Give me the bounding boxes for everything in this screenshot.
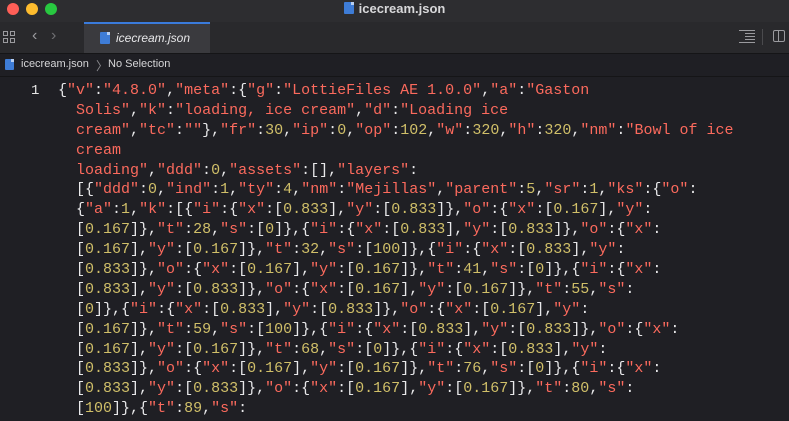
toolbar-divider xyxy=(762,29,763,45)
json-file-icon xyxy=(100,32,110,44)
code-line: cream xyxy=(58,141,122,159)
minimap-icon[interactable] xyxy=(739,29,755,43)
code-line: {"a":1,"k":[{"i":{"x":[0.833],"y":[0.833… xyxy=(58,201,653,219)
code-line: [0.833]},"o":{"x":[0.167],"y":[0.167]},"… xyxy=(58,261,662,279)
line-number: 1 xyxy=(31,83,40,99)
chevron-left-icon[interactable]: ‹ xyxy=(32,27,37,45)
code-line: cream","tc":""},"fr":30,"ip":0,"op":102,… xyxy=(58,121,734,139)
window-title: icecream.json xyxy=(0,1,789,16)
code-line: loading","ddd":0,"assets":[],"layers": xyxy=(58,161,419,179)
code-editor[interactable]: 1 {"v":"4.8.0","meta":{"g":"LottieFiles … xyxy=(0,77,789,421)
code-line: [0.167]},"t":59,"s":[100]},{"i":{"x":[0.… xyxy=(58,320,680,338)
breadcrumb-selection[interactable]: No Selection xyxy=(108,58,170,70)
tab-label: icecream.json xyxy=(116,31,191,45)
tab-icecream-json[interactable]: icecream.json xyxy=(84,22,210,53)
jump-bar: icecream.json 〉 No Selection xyxy=(0,54,789,77)
tab-bar: ‹ › icecream.json xyxy=(0,22,789,54)
code-line: {"v":"4.8.0","meta":{"g":"LottieFiles AE… xyxy=(58,82,590,99)
code-line: [0.167]},"t":28,"s":[0]},{"i":{"x":[0.83… xyxy=(58,221,662,239)
code-content[interactable]: {"v":"4.8.0","meta":{"g":"LottieFiles AE… xyxy=(58,81,788,419)
code-line: [0.167],"y":[0.167]},"t":32,"s":[100]},{… xyxy=(58,241,626,259)
code-line: [100]},{"t":89,"s": xyxy=(58,400,248,418)
split-editor-icon[interactable] xyxy=(773,30,785,42)
code-line: [{"ddd":0,"ind":1,"ty":4,"nm":"Mejillas"… xyxy=(58,181,698,199)
window-title-text: icecream.json xyxy=(358,1,446,16)
json-file-icon xyxy=(5,59,14,70)
breadcrumb-file[interactable]: icecream.json xyxy=(21,58,89,70)
code-line: Solis","k":"loading, ice cream","d":"Loa… xyxy=(58,101,509,119)
grid-icon[interactable] xyxy=(3,31,15,43)
code-line: [0.167],"y":[0.167]},"t":68,"s":[0]},{"i… xyxy=(58,340,608,358)
json-file-icon xyxy=(343,2,354,14)
breadcrumb-separator: 〉 xyxy=(96,59,109,73)
chevron-right-icon[interactable]: › xyxy=(51,27,56,45)
code-line: [0.833],"y":[0.833]},"o":{"x":[0.167],"y… xyxy=(58,280,635,298)
code-line: [0.833],"y":[0.833]},"o":{"x":[0.167],"y… xyxy=(58,380,635,398)
code-line: [0]},{"i":{"x":[0.833],"y":[0.833]},"o":… xyxy=(58,300,590,318)
title-bar: icecream.json xyxy=(0,0,789,22)
code-line: [0.833]},"o":{"x":[0.167],"y":[0.167]},"… xyxy=(58,360,662,378)
